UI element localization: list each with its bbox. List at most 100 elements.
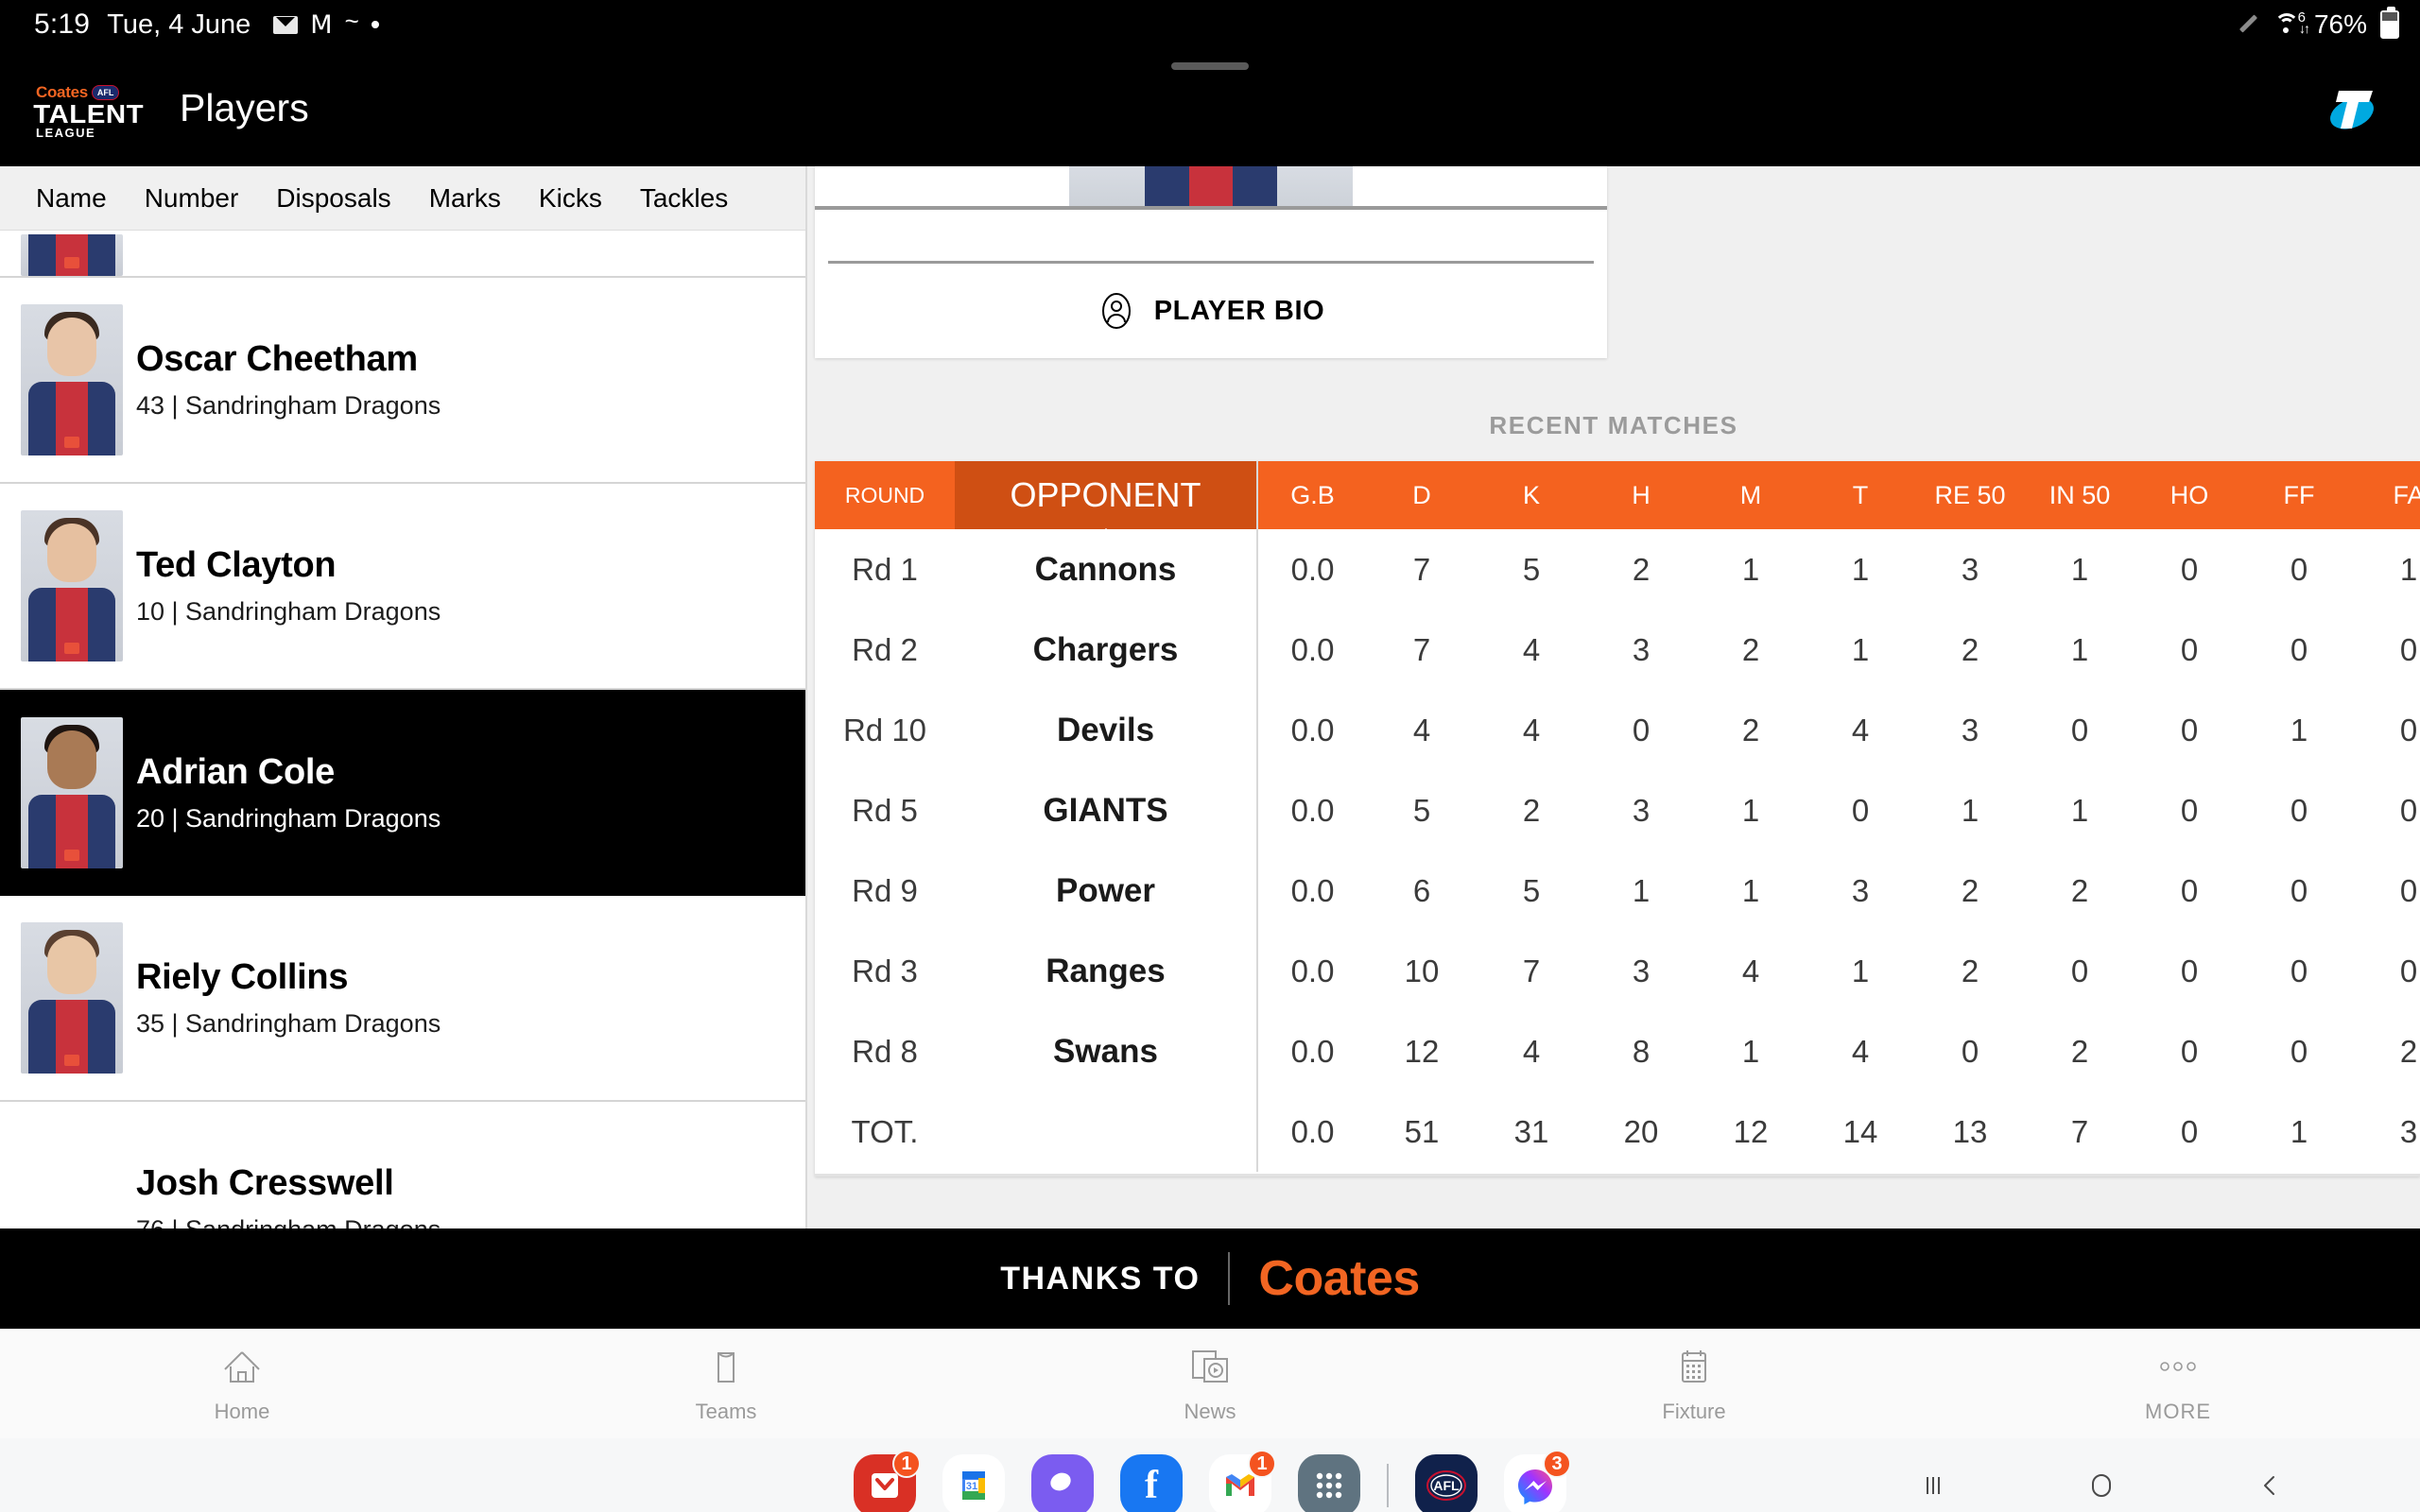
- browser-app-icon[interactable]: [1031, 1454, 1094, 1512]
- cell-d: 5: [1412, 792, 1431, 828]
- cell-d: 7: [1412, 551, 1431, 587]
- calendar-app-icon[interactable]: 3131: [942, 1454, 1005, 1512]
- sort-tab-name[interactable]: Name: [17, 183, 126, 214]
- player-text: Oscar Cheetham 43 | Sandringham Dragons: [136, 339, 441, 421]
- afl-app-icon[interactable]: AFL: [1415, 1454, 1478, 1512]
- messenger-app-icon[interactable]: 3: [1504, 1450, 1571, 1512]
- main-content: Name Number Disposals Marks Kicks Tackle…: [0, 166, 2420, 1228]
- cell-round: Rd 2: [852, 631, 918, 667]
- window-drag-handle[interactable]: [1171, 62, 1249, 70]
- player-list[interactable]: Oscar Cheetham 43 | Sandringham Dragons …: [0, 231, 805, 1228]
- list-item[interactable]: Ted Clayton 10 | Sandringham Dragons: [0, 484, 805, 690]
- cell-round: Rd 3: [852, 953, 918, 988]
- home-icon: [221, 1344, 263, 1389]
- table-row[interactable]: Rd 8 Swans 0.0 12 4 8 1 4 0 2 0 0 2: [815, 1011, 2420, 1091]
- sort-tab-tackles[interactable]: Tackles: [621, 183, 747, 214]
- table-row[interactable]: Rd 9 Power 0.0 6 5 1 1 3 2 2 0 0 0: [815, 850, 2420, 931]
- sort-tab-disposals[interactable]: Disposals: [257, 183, 409, 214]
- cell-ho: 0: [2180, 551, 2199, 587]
- column-header-h[interactable]: H: [1586, 461, 1696, 529]
- recents-button[interactable]: [1911, 1464, 1955, 1507]
- svg-text:AFL: AFL: [1433, 1478, 1460, 1493]
- player-photo: [21, 304, 123, 455]
- system-taskbar: 1 3131 f 1 AFL 3: [0, 1438, 2420, 1512]
- column-header-gb[interactable]: G.B: [1256, 461, 1367, 529]
- column-header-in50[interactable]: IN 50: [2025, 461, 2135, 529]
- ellipsis-icon: [2154, 1344, 2202, 1389]
- cell-d: 4: [1412, 712, 1431, 747]
- column-header-fa[interactable]: FA: [2354, 461, 2420, 529]
- column-header-ff[interactable]: FF: [2244, 461, 2354, 529]
- cell-fa: 2: [2399, 1033, 2418, 1069]
- column-header-re50[interactable]: RE 50: [1915, 461, 2025, 529]
- cell-ff: 0: [2290, 792, 2308, 828]
- telstra-logo: [2330, 91, 2374, 129]
- list-item[interactable]: Riely Collins 35 | Sandringham Dragons: [0, 896, 805, 1102]
- cell-m: 2: [1741, 631, 1760, 667]
- cell-m: 1: [1741, 792, 1760, 828]
- back-button[interactable]: [2248, 1464, 2291, 1507]
- cell-m: 4: [1741, 953, 1760, 988]
- calendar-icon: [1673, 1344, 1715, 1389]
- sort-tab-kicks[interactable]: Kicks: [520, 183, 621, 214]
- cell-d: 12: [1404, 1033, 1440, 1069]
- dot-icon: [371, 21, 379, 28]
- list-item-selected[interactable]: Adrian Cole 20 | Sandringham Dragons: [0, 690, 805, 896]
- battery-icon: [2380, 7, 2399, 39]
- status-time: 5:19: [34, 9, 91, 40]
- cell-t: 3: [1851, 872, 1870, 908]
- notification-badge: 1: [1248, 1450, 1276, 1478]
- column-header-m[interactable]: M: [1696, 461, 1806, 529]
- table-row[interactable]: Rd 1 Cannons 0.0 7 5 2 1 1 3 1 0 0 1: [815, 529, 2420, 610]
- list-item-partial[interactable]: [0, 231, 805, 278]
- cell-ff: 0: [2290, 551, 2308, 587]
- sort-tab-number[interactable]: Number: [126, 183, 258, 214]
- column-header-round[interactable]: ROUND: [815, 461, 955, 529]
- cell-re50: 3: [1961, 712, 1979, 747]
- cell-ff: 0: [2290, 872, 2308, 908]
- logo-talent-text: TALENT: [33, 98, 145, 129]
- nav-item-fixture[interactable]: Fixture: [1452, 1344, 1936, 1424]
- table-row[interactable]: Rd 5 GIANTS 0.0 5 2 3 1 0 1 1 0 0 0: [815, 770, 2420, 850]
- column-header-ho[interactable]: HO: [2135, 461, 2244, 529]
- table-row[interactable]: Rd 10 Devils 0.0 4 4 0 2 4 3 0 0 1 0: [815, 690, 2420, 770]
- table-row[interactable]: Rd 3 Ranges 0.0 10 7 3 4 1 2 0 0 0 0: [815, 931, 2420, 1011]
- list-item[interactable]: Josh Cresswell 76 | Sandringham Dragons: [0, 1102, 805, 1228]
- player-hero-photo: [815, 166, 1607, 206]
- facebook-app-icon[interactable]: f: [1120, 1454, 1183, 1512]
- column-header-opponent[interactable]: OPPONENT: [955, 461, 1257, 529]
- sponsor-name: Coates: [1258, 1251, 1420, 1306]
- list-item[interactable]: Oscar Cheetham 43 | Sandringham Dragons: [0, 278, 805, 484]
- sort-tab-marks[interactable]: Marks: [410, 183, 520, 214]
- sponsor-bar: THANKS TO Coates: [0, 1228, 2420, 1329]
- cell-d: 7: [1412, 631, 1431, 667]
- nav-item-more[interactable]: MORE: [1936, 1344, 2420, 1424]
- home-button[interactable]: [2080, 1464, 2123, 1507]
- player-bio-button[interactable]: PLAYER BIO: [815, 264, 1607, 358]
- table-row[interactable]: Rd 2 Chargers 0.0 7 4 3 2 1 2 1 0 0 0: [815, 610, 2420, 690]
- nav-item-news[interactable]: News: [968, 1344, 1452, 1424]
- recent-matches-table: ROUND OPPONENT G.B D K H M T RE 50 IN 50…: [815, 461, 2420, 1172]
- column-header-t[interactable]: T: [1806, 461, 1915, 529]
- player-bio-label: PLAYER BIO: [1153, 295, 1325, 326]
- mail-app-icon[interactable]: 1: [854, 1450, 921, 1512]
- cell-in50: 0: [2070, 953, 2089, 988]
- cell-ff: 0: [2290, 1033, 2308, 1069]
- column-header-d[interactable]: D: [1367, 461, 1477, 529]
- cell-k: 31: [1513, 1113, 1549, 1149]
- nav-item-teams[interactable]: Teams: [484, 1344, 968, 1424]
- cell-ho: 0: [2180, 631, 2199, 667]
- cell-opponent: [955, 1091, 1257, 1172]
- recent-matches-table-wrap[interactable]: ROUND OPPONENT G.B D K H M T RE 50 IN 50…: [815, 461, 2420, 1177]
- cell-in50: 1: [2070, 792, 2089, 828]
- app-drawer-icon[interactable]: [1298, 1454, 1360, 1512]
- column-header-k[interactable]: K: [1477, 461, 1586, 529]
- cell-opponent: Power: [1055, 871, 1156, 909]
- cell-ho: 0: [2180, 953, 2199, 988]
- cell-h: 8: [1632, 1033, 1651, 1069]
- nav-item-home[interactable]: Home: [0, 1344, 484, 1424]
- gmail-app-icon[interactable]: 1: [1209, 1450, 1276, 1512]
- player-text: Adrian Cole 20 | Sandringham Dragons: [136, 752, 441, 833]
- notification-icons: M ~: [273, 9, 379, 38]
- taskbar-divider: [1387, 1464, 1389, 1507]
